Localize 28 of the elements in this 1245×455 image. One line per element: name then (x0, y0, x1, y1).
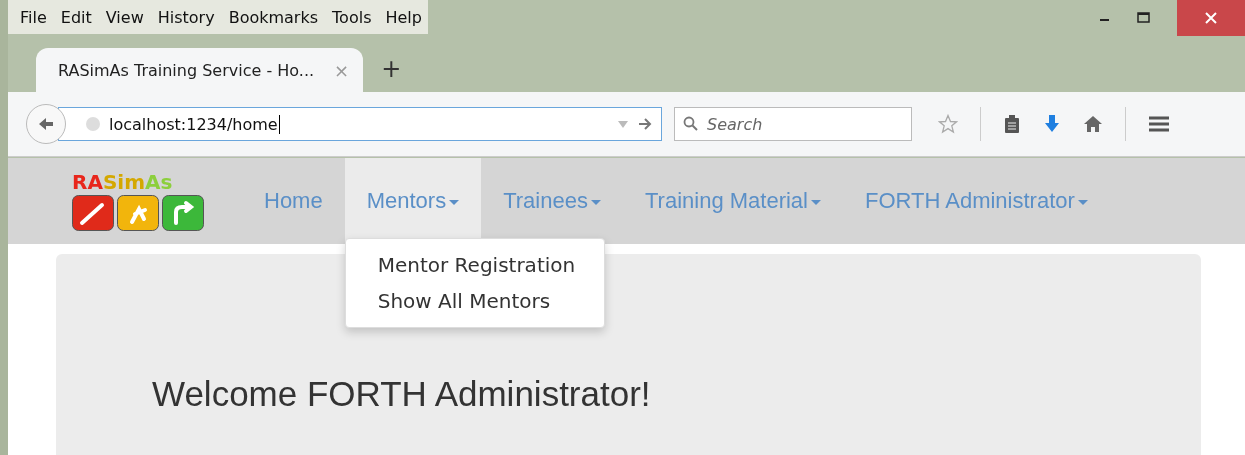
dropdown-item[interactable]: Show All Mentors (345, 283, 604, 319)
menu-item[interactable]: Bookmarks (228, 7, 319, 27)
search-field[interactable]: Search (674, 107, 912, 141)
search-icon (683, 116, 699, 132)
close-icon (1205, 12, 1217, 24)
home-icon[interactable] (1083, 114, 1103, 134)
back-arrow-icon (37, 116, 55, 132)
menu-item[interactable]: History (157, 7, 215, 27)
address-field[interactable]: localhost:1234/home (58, 107, 662, 141)
close-button[interactable] (1177, 0, 1245, 36)
welcome-heading: Welcome FORTH Administrator! (152, 374, 651, 414)
new-tab-button[interactable]: + (381, 55, 402, 83)
arrow-right-icon[interactable] (637, 117, 653, 131)
menu-item[interactable]: Tools (332, 7, 372, 27)
bookmark-star-icon[interactable] (938, 114, 958, 134)
menu-icon[interactable] (1148, 115, 1170, 133)
download-icon[interactable] (1043, 114, 1061, 134)
menu-item[interactable]: Help (385, 7, 422, 27)
globe-icon (85, 116, 101, 132)
maximize-icon[interactable] (1137, 12, 1151, 24)
clipboard-icon[interactable] (1003, 114, 1021, 134)
browser-tab[interactable]: RASimAs Training Service - Ho... × (36, 48, 364, 92)
logo-text: RASimAs (72, 171, 174, 192)
menu-item[interactable]: File (20, 7, 47, 27)
menu-item[interactable]: Edit (60, 7, 92, 27)
menu-item[interactable]: View (105, 7, 144, 27)
dropdown-item[interactable]: Mentor Registration (345, 247, 604, 283)
back-button[interactable] (26, 104, 66, 144)
